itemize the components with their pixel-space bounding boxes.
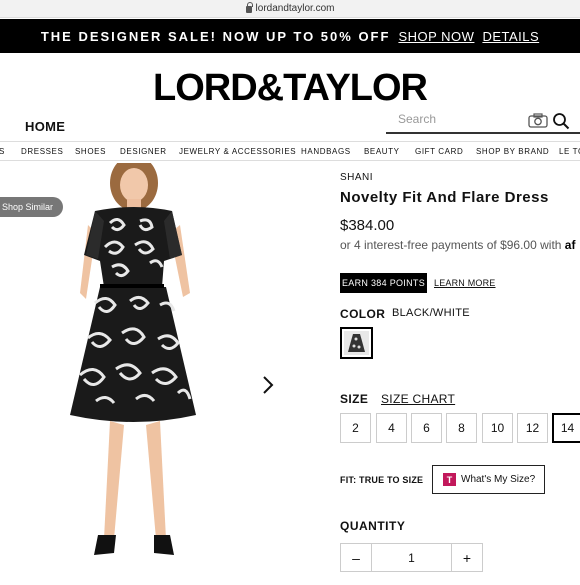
fit-label: FIT: TRUE TO SIZE	[340, 475, 424, 485]
shop-now-link[interactable]: SHOP NOW	[398, 29, 474, 44]
home-link[interactable]: HOME	[25, 119, 65, 134]
afterpay-logo[interactable]: af	[565, 238, 576, 252]
size-option-10[interactable]: 10	[482, 413, 513, 443]
swatch-thumbnail	[344, 331, 369, 355]
product-price: $384.00	[340, 217, 395, 234]
dress-model-illustration	[70, 155, 196, 555]
quantity-value[interactable]: 1	[372, 544, 451, 571]
color-swatch-black-white[interactable]	[340, 327, 373, 359]
product-brand[interactable]: SHANI	[340, 172, 373, 183]
chevron-right-icon[interactable]	[260, 374, 276, 396]
size-option-8[interactable]: 8	[446, 413, 477, 443]
size-option-12[interactable]: 12	[517, 413, 548, 443]
nav-item-partial-right[interactable]: LE TO	[559, 147, 580, 156]
category-nav: S DRESSES SHOES DESIGNER JEWELRY & ACCES…	[0, 141, 580, 161]
nav-item-shoes[interactable]: SHOES	[75, 147, 106, 156]
size-chart-link[interactable]: SIZE CHART	[381, 392, 455, 406]
size-option-4[interactable]: 4	[376, 413, 407, 443]
url-text: lordandtaylor.com	[255, 3, 335, 14]
color-value: BLACK/WHITE	[392, 307, 470, 319]
size-option-6[interactable]: 6	[411, 413, 442, 443]
camera-search-icon[interactable]	[528, 113, 548, 128]
whats-my-size-label: What's My Size?	[461, 474, 536, 485]
quantity-stepper: – 1 +	[340, 543, 483, 572]
quantity-label: QUANTITY	[340, 519, 406, 533]
lock-icon	[245, 2, 253, 13]
shop-similar-button[interactable]: Shop Similar	[0, 197, 63, 217]
color-label: COLOR	[340, 307, 386, 321]
installments-copy: or 4 interest-free payments of $96.00 wi…	[340, 238, 562, 252]
size-option-2[interactable]: 2	[340, 413, 371, 443]
nav-item-dresses[interactable]: DRESSES	[21, 147, 63, 156]
nav-item-handbags[interactable]: HANDBAGS	[301, 147, 351, 156]
nav-item-partial[interactable]: S	[0, 147, 5, 156]
promo-banner: THE DESIGNER SALE! NOW UP TO 50% OFF SHO…	[0, 19, 580, 53]
product-title: Novelty Fit And Flare Dress	[340, 189, 549, 206]
quantity-decrease-button[interactable]: –	[341, 544, 372, 571]
size-label: SIZE	[340, 392, 369, 406]
learn-more-link[interactable]: LEARN MORE	[434, 278, 496, 288]
true-fit-icon: T	[443, 473, 456, 486]
search-input[interactable]	[398, 112, 518, 126]
details-link[interactable]: DETAILS	[482, 29, 539, 44]
search-icon[interactable]	[552, 112, 570, 130]
installments-text: or 4 interest-free payments of $96.00 wi…	[340, 238, 575, 252]
nav-item-beauty[interactable]: BEAUTY	[364, 147, 400, 156]
whats-my-size-button[interactable]: T What's My Size?	[432, 465, 545, 494]
nav-item-gift-card[interactable]: GIFT CARD	[415, 147, 463, 156]
site-logo[interactable]: LORD&TAYLOR	[0, 67, 580, 110]
product-image[interactable]	[0, 155, 330, 580]
nav-item-designer[interactable]: DESIGNER	[120, 147, 167, 156]
nav-item-shop-by-brand[interactable]: SHOP BY BRAND	[476, 147, 549, 156]
size-option-14-selected[interactable]: 14	[552, 413, 580, 443]
promo-text: THE DESIGNER SALE! NOW UP TO 50% OFF	[40, 28, 391, 44]
points-badge: EARN 384 POINTS	[340, 273, 427, 293]
address-bar[interactable]: lordandtaylor.com	[0, 0, 580, 18]
search-bar	[386, 109, 580, 134]
quantity-increase-button[interactable]: +	[451, 544, 482, 571]
nav-item-jewelry-accessories[interactable]: JEWELRY & ACCESSORIES	[179, 147, 296, 156]
